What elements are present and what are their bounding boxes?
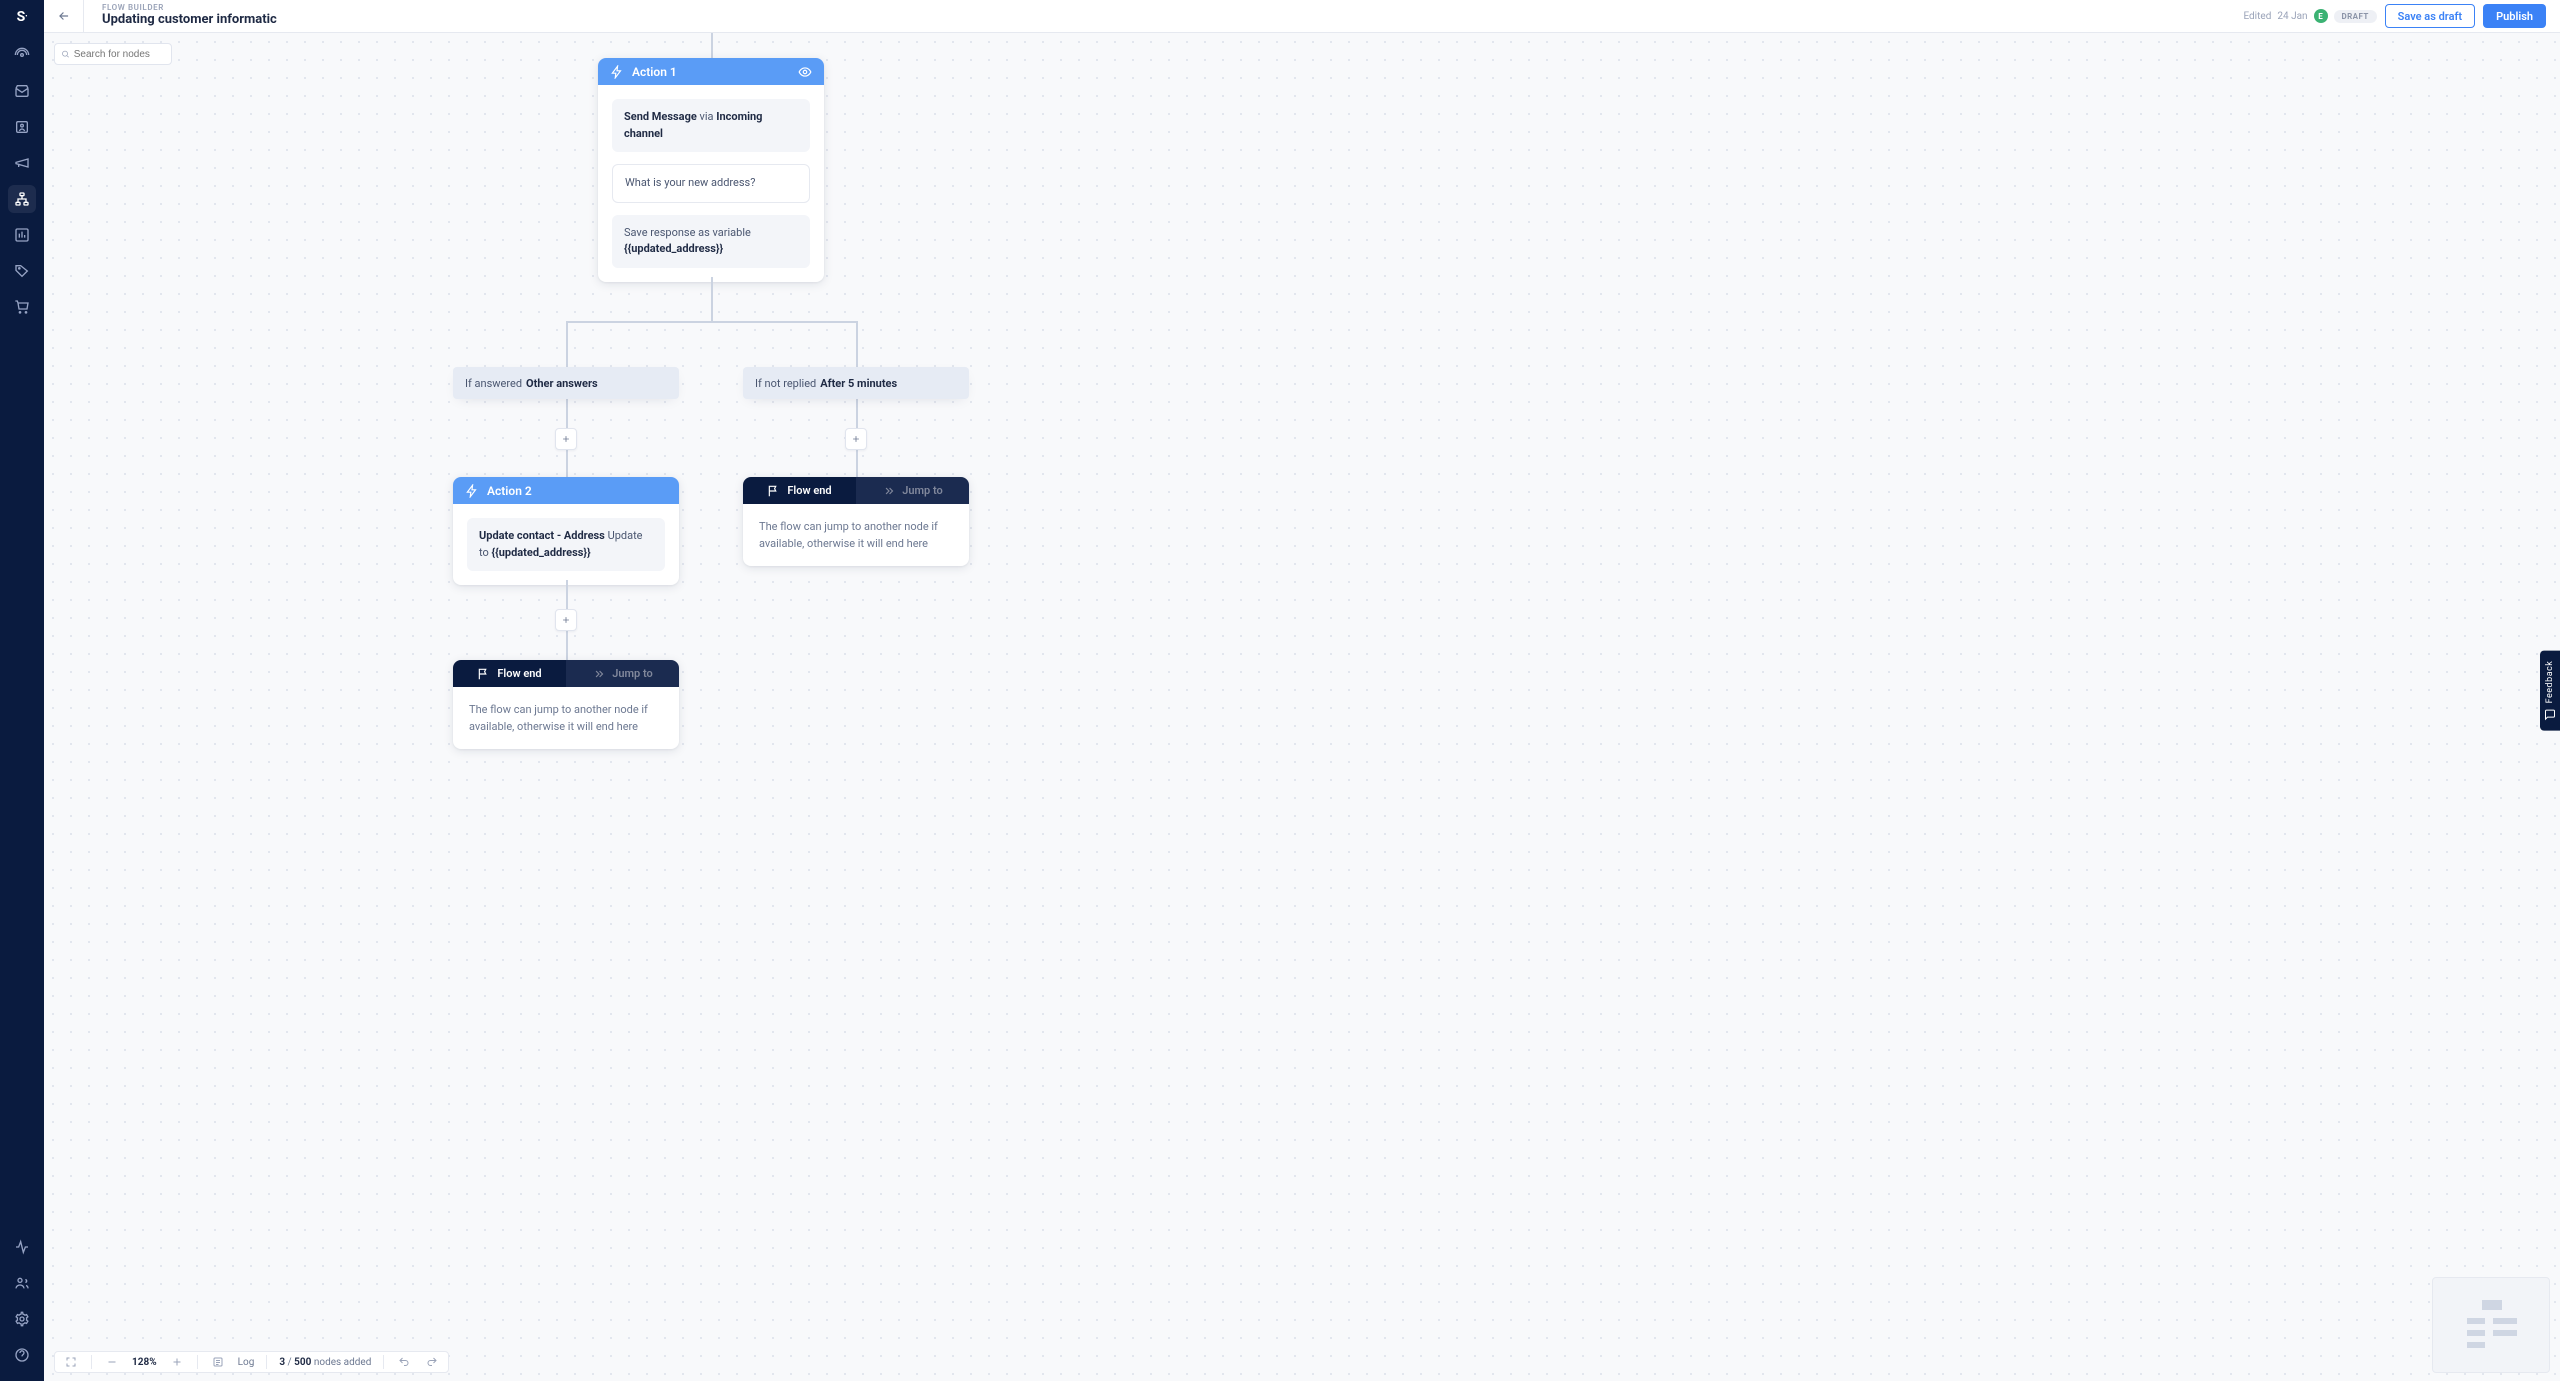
edited-date: 24 Jan — [2277, 11, 2307, 22]
log-label[interactable]: Log — [238, 1357, 255, 1368]
connector — [711, 277, 713, 321]
nodes-suffix: nodes added — [311, 1357, 371, 1368]
branch-right-strong: After 5 minutes — [820, 377, 897, 390]
save-draft-button[interactable]: Save as draft — [2385, 4, 2475, 28]
tab-flow-end[interactable]: Flow end — [453, 660, 566, 687]
jump-icon — [882, 484, 896, 498]
connector — [856, 321, 858, 477]
node-action-1[interactable]: Action 1 Send Message via Incoming chann… — [598, 58, 824, 282]
nav-commerce-icon[interactable] — [8, 293, 36, 321]
minimap[interactable] — [2432, 1277, 2550, 1373]
node-action-2[interactable]: Action 2 Update contact - Address Update… — [453, 477, 679, 585]
app-header: FLOW BUILDER Updating customer informati… — [44, 0, 2560, 33]
tab-end-label: Flow end — [497, 667, 541, 680]
send-via-text: via — [697, 110, 716, 123]
flow-canvas[interactable]: Action 1 Send Message via Incoming chann… — [44, 33, 2560, 1381]
bolt-icon — [610, 65, 624, 79]
zoom-level: 128% — [132, 1357, 157, 1368]
tab-end-label: Flow end — [787, 484, 831, 497]
node-flow-end-right[interactable]: Flow end Jump to The flow can jump to an… — [743, 477, 969, 566]
connector — [566, 321, 857, 323]
branch-right-prefix: If not replied — [755, 377, 816, 390]
nav-analytics-icon[interactable] — [8, 221, 36, 249]
edited-prefix: Edited — [2243, 11, 2271, 22]
edited-meta: Edited 24 Jan E DRAFT — [2243, 9, 2376, 23]
nav-flows-icon[interactable] — [8, 185, 36, 213]
feedback-label: Feedback — [2545, 660, 2555, 703]
branch-left-prefix: If answered — [465, 377, 522, 390]
nodes-counter: 3 / 500 nodes added — [279, 1357, 371, 1368]
plus-icon — [561, 434, 571, 444]
canvas-toolbar: 128% Log 3 / 500 nodes added — [54, 1351, 449, 1373]
zoom-out-button[interactable] — [104, 1354, 120, 1370]
update-var: {{updated_address}} — [492, 546, 591, 559]
page-title: Updating customer informatic — [102, 13, 277, 27]
editor-avatar[interactable]: E — [2314, 9, 2328, 23]
save-var: {{updated_address}} — [624, 242, 723, 255]
nav-contacts-icon[interactable] — [8, 113, 36, 141]
undo-button[interactable] — [396, 1354, 412, 1370]
log-icon[interactable] — [210, 1354, 226, 1370]
fullscreen-button[interactable] — [63, 1354, 79, 1370]
nav-tags-icon[interactable] — [8, 257, 36, 285]
add-node-left-button[interactable] — [555, 428, 577, 450]
zoom-in-button[interactable] — [169, 1354, 185, 1370]
feedback-tab[interactable]: Feedback — [2540, 650, 2560, 731]
eye-icon[interactable] — [798, 65, 812, 79]
nav-users-icon[interactable] — [8, 1269, 36, 1297]
tab-jump-to[interactable]: Jump to — [566, 660, 679, 687]
save-variable-card: Save response as variable {{updated_addr… — [612, 215, 810, 268]
bolt-icon — [465, 484, 479, 498]
node-flow-end-left[interactable]: Flow end Jump to The flow can jump to an… — [453, 660, 679, 749]
chat-icon — [2544, 709, 2556, 721]
nav-settings-icon[interactable] — [8, 1305, 36, 1333]
tab-jump-label: Jump to — [612, 667, 653, 680]
tab-jump-to[interactable]: Jump to — [856, 477, 969, 504]
tab-flow-end[interactable]: Flow end — [743, 477, 856, 504]
status-badge: DRAFT — [2334, 10, 2377, 23]
add-node-right-button[interactable] — [845, 428, 867, 450]
message-preview-card: What is your new address? — [612, 164, 810, 203]
connector — [566, 321, 568, 477]
branch-label-answered[interactable]: If answered Other answers — [453, 367, 679, 399]
nav-help-icon[interactable] — [8, 1341, 36, 1369]
send-message-strong: Send Message — [624, 110, 697, 123]
jump-icon — [592, 667, 606, 681]
node-title: Action 2 — [487, 484, 532, 498]
send-message-card: Send Message via Incoming channel — [612, 99, 810, 152]
nav-campaigns-icon[interactable] — [8, 149, 36, 177]
brand-logo: S• — [0, 0, 44, 33]
branch-left-strong: Other answers — [526, 377, 598, 390]
add-node-below-action2-button[interactable] — [555, 609, 577, 631]
nav-activity-icon[interactable] — [8, 1233, 36, 1261]
branch-label-notreplied[interactable]: If not replied After 5 minutes — [743, 367, 969, 399]
nav-inbox-icon[interactable] — [8, 77, 36, 105]
publish-button[interactable]: Publish — [2483, 4, 2546, 28]
nodes-total: 500 — [294, 1357, 311, 1368]
plus-icon — [561, 615, 571, 625]
redo-button[interactable] — [424, 1354, 440, 1370]
plus-icon — [851, 434, 861, 444]
nav-broadcast-icon[interactable] — [8, 41, 36, 69]
update-strong: Update contact - Address — [479, 529, 605, 542]
back-button[interactable] — [44, 0, 84, 33]
flag-icon — [767, 484, 781, 498]
update-contact-card: Update contact - Address Update to {{upd… — [467, 518, 665, 571]
nodes-sep: / — [285, 1357, 294, 1368]
side-nav: S• — [0, 0, 44, 1381]
flow-end-body: The flow can jump to another node if ava… — [743, 504, 969, 566]
connector — [711, 33, 713, 58]
flow-end-body: The flow can jump to another node if ava… — [453, 687, 679, 749]
save-prefix: Save response as variable — [624, 226, 751, 239]
flag-icon — [477, 667, 491, 681]
node-title: Action 1 — [632, 65, 677, 79]
tab-jump-label: Jump to — [902, 484, 943, 497]
